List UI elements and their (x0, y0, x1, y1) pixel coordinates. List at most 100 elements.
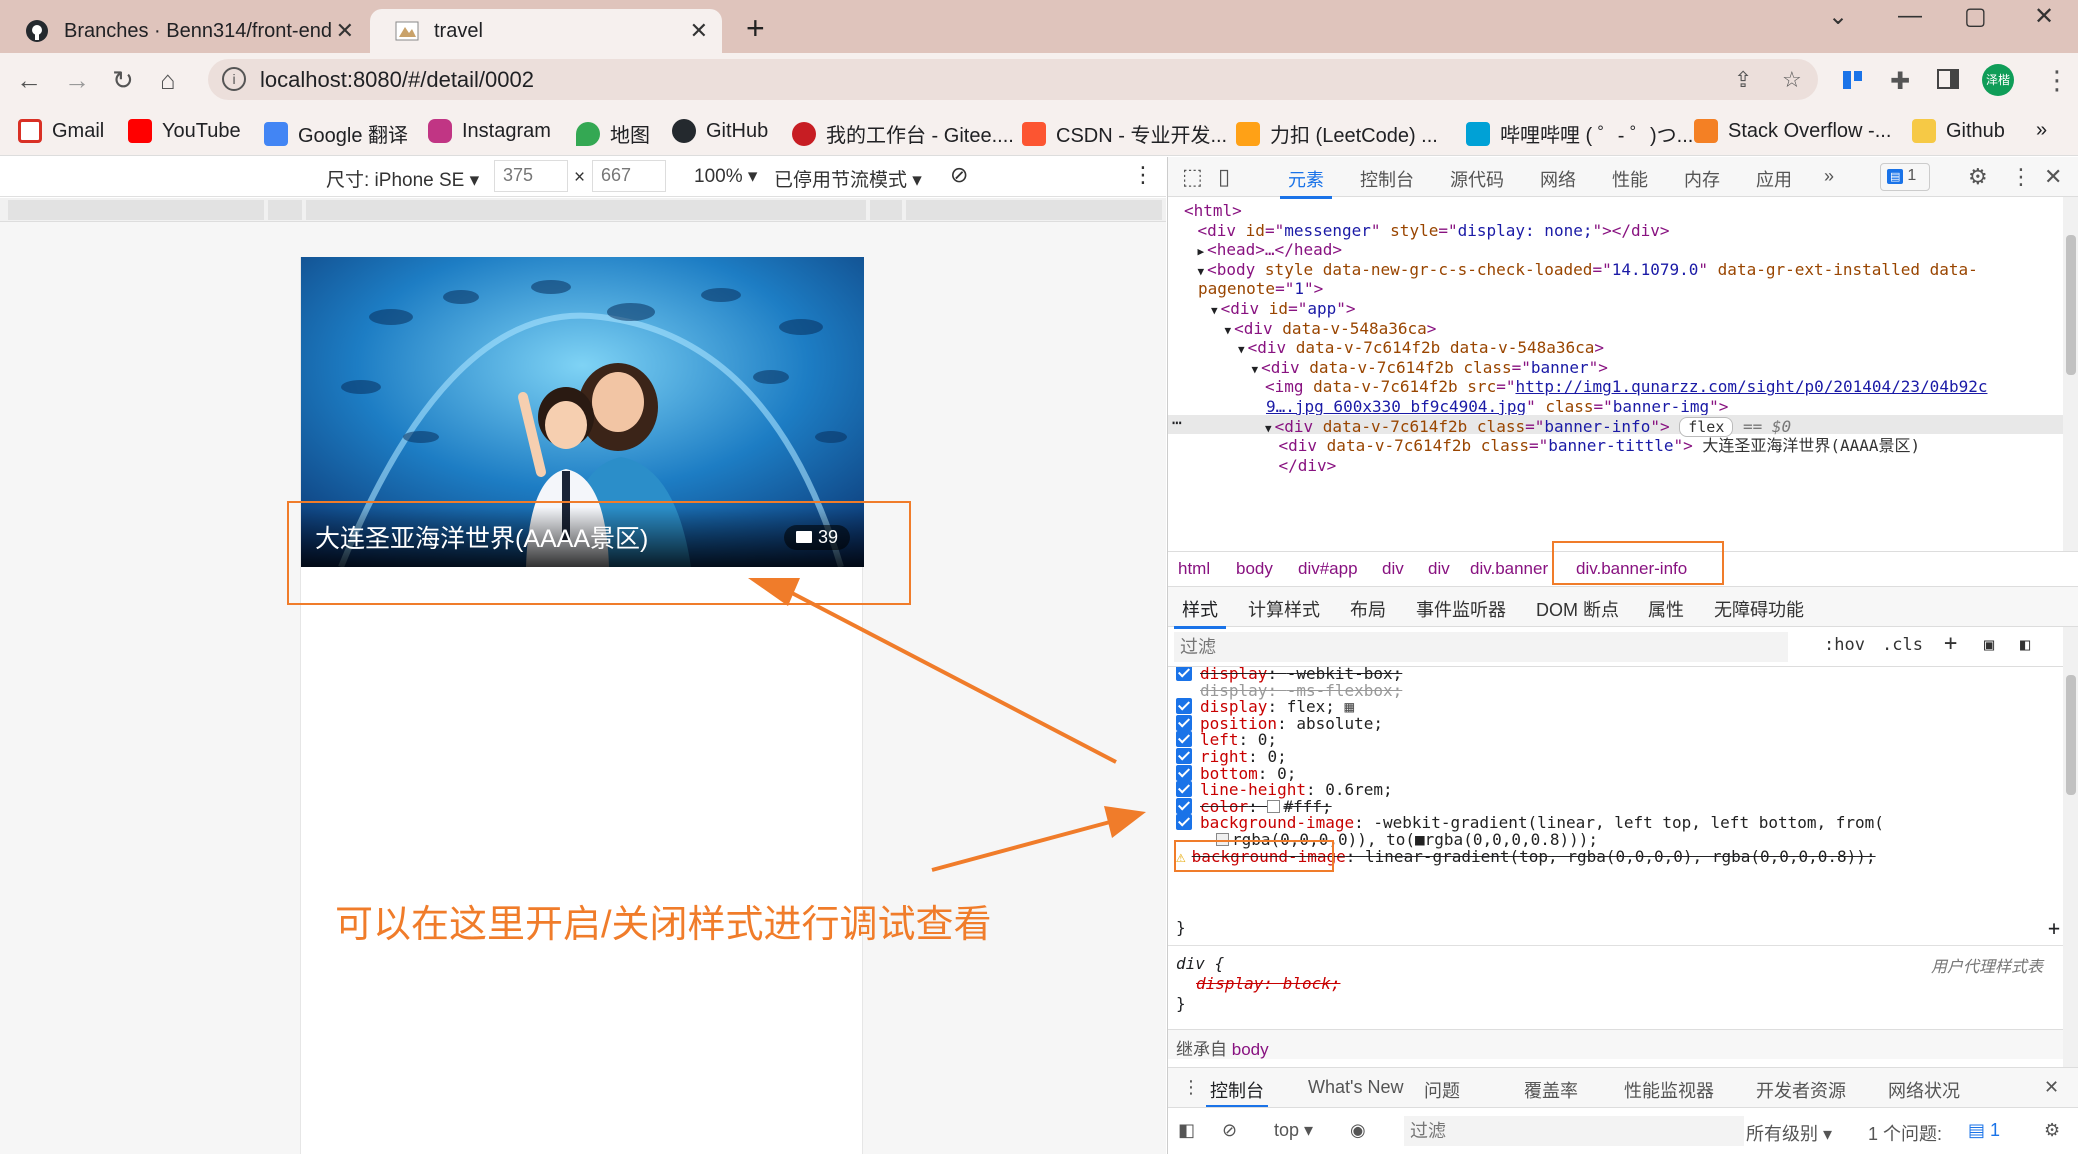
home-icon[interactable]: ⌂ (160, 65, 176, 96)
collapse-arrow-icon[interactable]: ▼ (1211, 304, 1218, 317)
console-filter-input[interactable] (1404, 1116, 1744, 1146)
menu-kebab-icon[interactable]: ⋮ (2044, 65, 2070, 96)
bookmark-csdn[interactable]: CSDN - 专业开发... (1022, 119, 1227, 148)
console-settings-icon[interactable]: ⚙ (2044, 1120, 2060, 1141)
node-actions-icon[interactable]: ⋯ (1172, 411, 1182, 435)
bookmark-google-translate[interactable]: Google 翻译 (264, 119, 408, 148)
inspect-element-icon[interactable]: ⬚ (1182, 164, 1203, 190)
expand-arrow-icon[interactable]: ▶ (1198, 245, 1205, 258)
toggle-sidebar-icon[interactable]: ◧ (2020, 635, 2030, 655)
reload-icon[interactable]: ↻ (112, 65, 134, 96)
zoom-select[interactable]: 100% ▾ (694, 165, 757, 188)
maximize-icon[interactable]: ▢ (1964, 2, 1987, 31)
subtab-dom-breakpoints[interactable]: DOM 断点 (1536, 596, 1619, 622)
property-checkbox[interactable] (1176, 781, 1192, 798)
crumb-div[interactable]: div (1382, 559, 1404, 579)
live-expression-eye-icon[interactable]: ◉ (1350, 1120, 1366, 1141)
issues-counter[interactable]: ▤ 1 (1880, 163, 1930, 191)
tab-search-icon[interactable]: ⌄ (1828, 2, 1848, 31)
crumb-html[interactable]: html (1178, 559, 1210, 579)
drawer-tab-issues[interactable]: 问题 (1424, 1077, 1460, 1103)
subtab-layout[interactable]: 布局 (1350, 596, 1386, 622)
drawer-tab-performance-monitor[interactable]: 性能监视器 (1624, 1077, 1714, 1103)
hover-state-toggle[interactable]: :hov (1824, 635, 1865, 655)
collapse-arrow-icon[interactable]: ▼ (1238, 343, 1245, 356)
more-bookmarks-icon[interactable]: » (2036, 119, 2047, 142)
bookmark-bilibili[interactable]: 哔哩哔哩 ( ゜- ゜)つ... (1466, 119, 1693, 148)
console-issue-count[interactable]: ▤ 1 (1968, 1120, 2000, 1141)
drawer-tab-coverage[interactable]: 覆盖率 (1524, 1077, 1578, 1103)
tab-travel[interactable]: travel ✕ (370, 9, 722, 53)
bookmark-instagram[interactable]: Instagram (428, 119, 551, 143)
side-panel-icon[interactable] (1936, 67, 1962, 93)
add-property-icon[interactable]: + (2048, 917, 2060, 939)
collapse-arrow-icon[interactable]: ▼ (1252, 363, 1259, 376)
more-tabs-icon[interactable]: » (1824, 166, 1834, 187)
settings-gear-icon[interactable]: ⚙ (1968, 164, 1988, 190)
tab-sources[interactable]: 源代码 (1450, 166, 1504, 192)
crumb-div-banner[interactable]: div.banner (1470, 559, 1548, 579)
device-toggle-icon[interactable]: ▯ (1218, 164, 1230, 190)
tab-memory[interactable]: 内存 (1684, 166, 1720, 192)
clear-console-icon[interactable]: ⊘ (1222, 1120, 1237, 1141)
crumb-body[interactable]: body (1236, 559, 1273, 579)
crumb-div-app[interactable]: div#app (1298, 559, 1358, 579)
drawer-menu-icon[interactable]: ⋮ (1182, 1077, 1200, 1098)
property-checkbox[interactable] (1176, 797, 1192, 814)
close-devtools-icon[interactable]: ✕ (2044, 164, 2062, 190)
dom-node-line[interactable]: <div data-v-7c614f2b class="banner-tittl… (1279, 434, 1921, 458)
tab-console[interactable]: 控制台 (1360, 166, 1414, 192)
property-checkbox[interactable] (1176, 714, 1192, 731)
tab-elements[interactable]: 元素 (1280, 166, 1332, 199)
collapse-arrow-icon[interactable]: ▼ (1265, 422, 1272, 435)
extension-blue-icon[interactable] (1840, 67, 1866, 93)
share-icon[interactable]: ⇪ (1734, 67, 1752, 93)
class-toggle[interactable]: .cls (1882, 635, 1923, 655)
property-checkbox[interactable] (1176, 748, 1192, 764)
bookmark-gmail[interactable]: Gmail (18, 119, 104, 143)
inherited-from-link[interactable]: body (1232, 1040, 1269, 1059)
bookmark-maps[interactable]: 地图 (576, 119, 650, 148)
close-window-icon[interactable]: ✕ (2034, 2, 2054, 31)
bookmark-github-folder[interactable]: Github (1912, 119, 2005, 143)
property-checkbox[interactable] (1176, 698, 1192, 715)
property-checkbox[interactable] (1176, 814, 1192, 831)
property-value[interactable]: absolute; (1296, 714, 1383, 733)
crumb-div[interactable]: div (1428, 559, 1450, 579)
devtools-menu-icon[interactable]: ⋮ (2010, 164, 2032, 190)
collapse-arrow-icon[interactable]: ▼ (1198, 265, 1205, 278)
tab-network[interactable]: 网络 (1540, 166, 1576, 192)
device-menu-icon[interactable]: ⋮ (1132, 162, 1154, 188)
context-select[interactable]: top ▾ (1274, 1120, 1313, 1141)
subtab-properties[interactable]: 属性 (1648, 596, 1684, 622)
drawer-tab-whats-new[interactable]: What's New (1308, 1077, 1403, 1098)
console-sidebar-icon[interactable]: ◧ (1178, 1120, 1195, 1141)
subtab-event-listeners[interactable]: 事件监听器 (1416, 596, 1506, 622)
address-bar[interactable]: i localhost:8080/#/detail/0002 ⇪ ☆ (208, 59, 1818, 100)
styles-scrollbar[interactable] (2063, 627, 2078, 1067)
property-checkbox[interactable] (1176, 731, 1192, 748)
dom-scrollbar[interactable] (2063, 197, 2078, 551)
close-tab-icon[interactable]: ✕ (336, 18, 354, 44)
viewport-width-input[interactable]: 375 (494, 160, 568, 192)
log-levels-select[interactable]: 所有级别 ▾ (1746, 1120, 1832, 1146)
console-issues-label[interactable]: 1 个问题: (1868, 1120, 1942, 1146)
tab-github-branches[interactable]: Branches · Benn314/front-end ✕ (0, 9, 368, 53)
throttle-select[interactable]: 已停用节流模式 ▾ (774, 165, 922, 192)
device-select[interactable]: 尺寸: iPhone SE ▾ (326, 165, 479, 192)
profile-avatar[interactable]: 泽楷 (1982, 64, 2014, 96)
new-rule-icon[interactable]: + (1944, 631, 1957, 656)
url-text[interactable]: localhost:8080/#/detail/0002 (260, 67, 534, 93)
bookmark-gitee[interactable]: 我的工作台 - Gitee.... (792, 119, 1014, 148)
bookmark-stackoverflow[interactable]: Stack Overflow -... (1694, 119, 1891, 143)
dom-node-line[interactable]: </div> (1279, 454, 1337, 478)
close-drawer-icon[interactable]: ✕ (2044, 1077, 2059, 1098)
new-tab-button[interactable]: + (746, 10, 765, 47)
drawer-tab-network-conditions[interactable]: 网络状况 (1888, 1077, 1960, 1103)
styles-filter-input[interactable] (1174, 632, 1788, 662)
drawer-tab-developer-resources[interactable]: 开发者资源 (1756, 1077, 1846, 1103)
drawer-tab-console[interactable]: 控制台 (1206, 1077, 1268, 1108)
forward-icon[interactable]: → (64, 65, 90, 96)
rotate-icon[interactable]: ⊘ (950, 162, 968, 188)
bookmark-youtube[interactable]: YouTube (128, 119, 241, 143)
